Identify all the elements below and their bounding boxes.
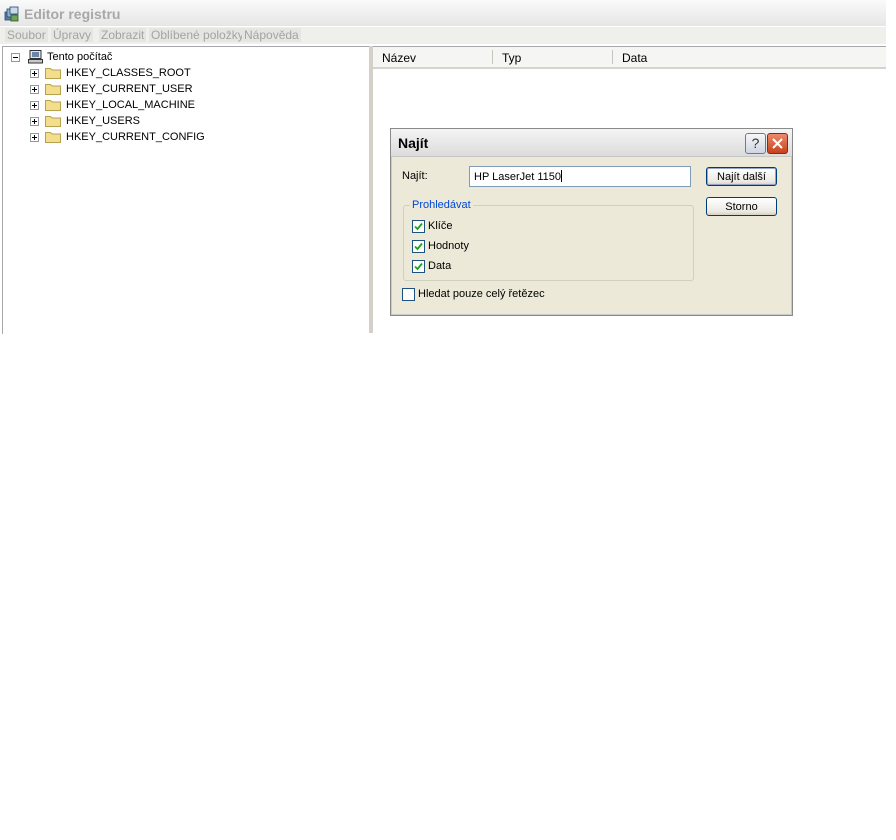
check-icon bbox=[414, 242, 423, 251]
expand-icon[interactable] bbox=[30, 85, 39, 94]
menu-bar: Soubor Úpravy Zobrazit Oblíbené položky … bbox=[0, 27, 886, 44]
column-divider[interactable] bbox=[612, 50, 613, 64]
dialog-title-bar[interactable]: Najít ? bbox=[391, 129, 792, 157]
tree-key[interactable]: HKEY_LOCAL_MACHINE bbox=[30, 97, 230, 113]
find-next-button[interactable]: Najít další bbox=[706, 167, 777, 186]
help-button[interactable]: ? bbox=[745, 133, 766, 154]
computer-icon bbox=[28, 50, 43, 64]
tree-key-label: HKEY_LOCAL_MACHINE bbox=[66, 99, 195, 111]
checkbox-data-label[interactable]: Data bbox=[428, 260, 451, 272]
column-data[interactable]: Data bbox=[622, 51, 647, 65]
tree-root-label: Tento počítač bbox=[47, 51, 113, 63]
column-divider[interactable] bbox=[492, 50, 493, 64]
regedit-icon bbox=[4, 6, 19, 22]
tree-key-label: HKEY_CURRENT_USER bbox=[66, 83, 193, 95]
checkbox-whole-string[interactable] bbox=[402, 288, 415, 301]
dialog-title: Najít bbox=[398, 135, 429, 151]
tree-key[interactable]: HKEY_CURRENT_USER bbox=[30, 81, 230, 97]
menu-napoveda[interactable]: Nápověda bbox=[242, 28, 301, 42]
cancel-button[interactable]: Storno bbox=[706, 197, 777, 216]
tree-key[interactable]: HKEY_CLASSES_ROOT bbox=[30, 65, 230, 81]
expand-icon[interactable] bbox=[30, 101, 39, 110]
list-header: Název Typ Data bbox=[373, 47, 886, 69]
checkbox-values[interactable] bbox=[412, 240, 425, 253]
expand-icon[interactable] bbox=[30, 69, 39, 78]
check-icon bbox=[414, 222, 423, 231]
checkbox-keys[interactable] bbox=[412, 220, 425, 233]
window-title: Editor registru bbox=[24, 6, 121, 22]
tree-key[interactable]: HKEY_USERS bbox=[30, 113, 230, 129]
search-scope-group: Prohledávat Klíče Hodnoty Data bbox=[403, 199, 694, 281]
question-icon: ? bbox=[751, 135, 760, 151]
checkbox-whole-string-label[interactable]: Hledat pouze celý řetězec bbox=[418, 288, 545, 300]
title-bar: Editor registru bbox=[0, 0, 886, 26]
close-button[interactable] bbox=[767, 133, 788, 154]
folder-icon bbox=[45, 68, 61, 79]
tree-key-label: HKEY_CURRENT_CONFIG bbox=[66, 131, 205, 143]
tree-key[interactable]: HKEY_CURRENT_CONFIG bbox=[30, 129, 230, 145]
folder-icon bbox=[45, 84, 61, 95]
menu-zobrazit[interactable]: Zobrazit bbox=[99, 28, 147, 42]
folder-icon bbox=[45, 100, 61, 111]
key-tree[interactable]: Tento počítač HKEY_CLASSES_ROOT HKEY_CUR… bbox=[2, 46, 369, 334]
checkbox-keys-label[interactable]: Klíče bbox=[428, 220, 452, 232]
tree-root[interactable]: Tento počítač bbox=[11, 49, 211, 65]
checkbox-values-label[interactable]: Hodnoty bbox=[428, 240, 469, 252]
expand-icon[interactable] bbox=[30, 133, 39, 142]
folder-icon bbox=[45, 116, 61, 127]
column-typ[interactable]: Typ bbox=[502, 51, 521, 65]
check-icon bbox=[414, 262, 423, 271]
column-nazev[interactable]: Název bbox=[382, 51, 416, 65]
folder-icon bbox=[45, 132, 61, 143]
tree-key-label: HKEY_USERS bbox=[66, 115, 140, 127]
find-input[interactable]: HP LaserJet 1150 bbox=[469, 166, 691, 187]
checkbox-data[interactable] bbox=[412, 260, 425, 273]
menu-upravy[interactable]: Úpravy bbox=[51, 28, 94, 42]
tree-key-label: HKEY_CLASSES_ROOT bbox=[66, 67, 191, 79]
collapse-icon[interactable] bbox=[11, 53, 20, 62]
find-dialog: Najít ? Najít: HP LaserJet 1150 Najít da… bbox=[390, 128, 793, 316]
menu-soubor[interactable]: Soubor bbox=[5, 28, 48, 42]
search-scope-title: Prohledávat bbox=[410, 199, 473, 211]
expand-icon[interactable] bbox=[30, 117, 39, 126]
text-caret bbox=[561, 170, 563, 182]
find-input-value: HP LaserJet 1150 bbox=[474, 171, 562, 183]
close-icon bbox=[772, 138, 783, 149]
menu-oblibene[interactable]: Oblíbené položky bbox=[149, 28, 246, 42]
find-label: Najít: bbox=[402, 170, 428, 182]
